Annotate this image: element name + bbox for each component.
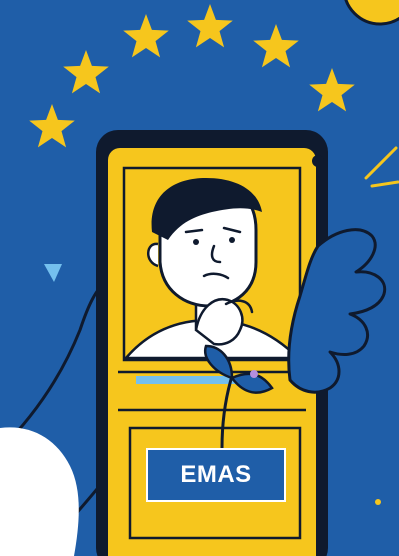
emas-badge bbox=[146, 448, 286, 502]
illustration: EMAS bbox=[0, 0, 399, 556]
thinking-man-icon bbox=[122, 166, 302, 362]
dot-icon bbox=[375, 499, 381, 505]
camera-dot bbox=[312, 155, 324, 167]
illustration-canvas bbox=[0, 0, 399, 556]
